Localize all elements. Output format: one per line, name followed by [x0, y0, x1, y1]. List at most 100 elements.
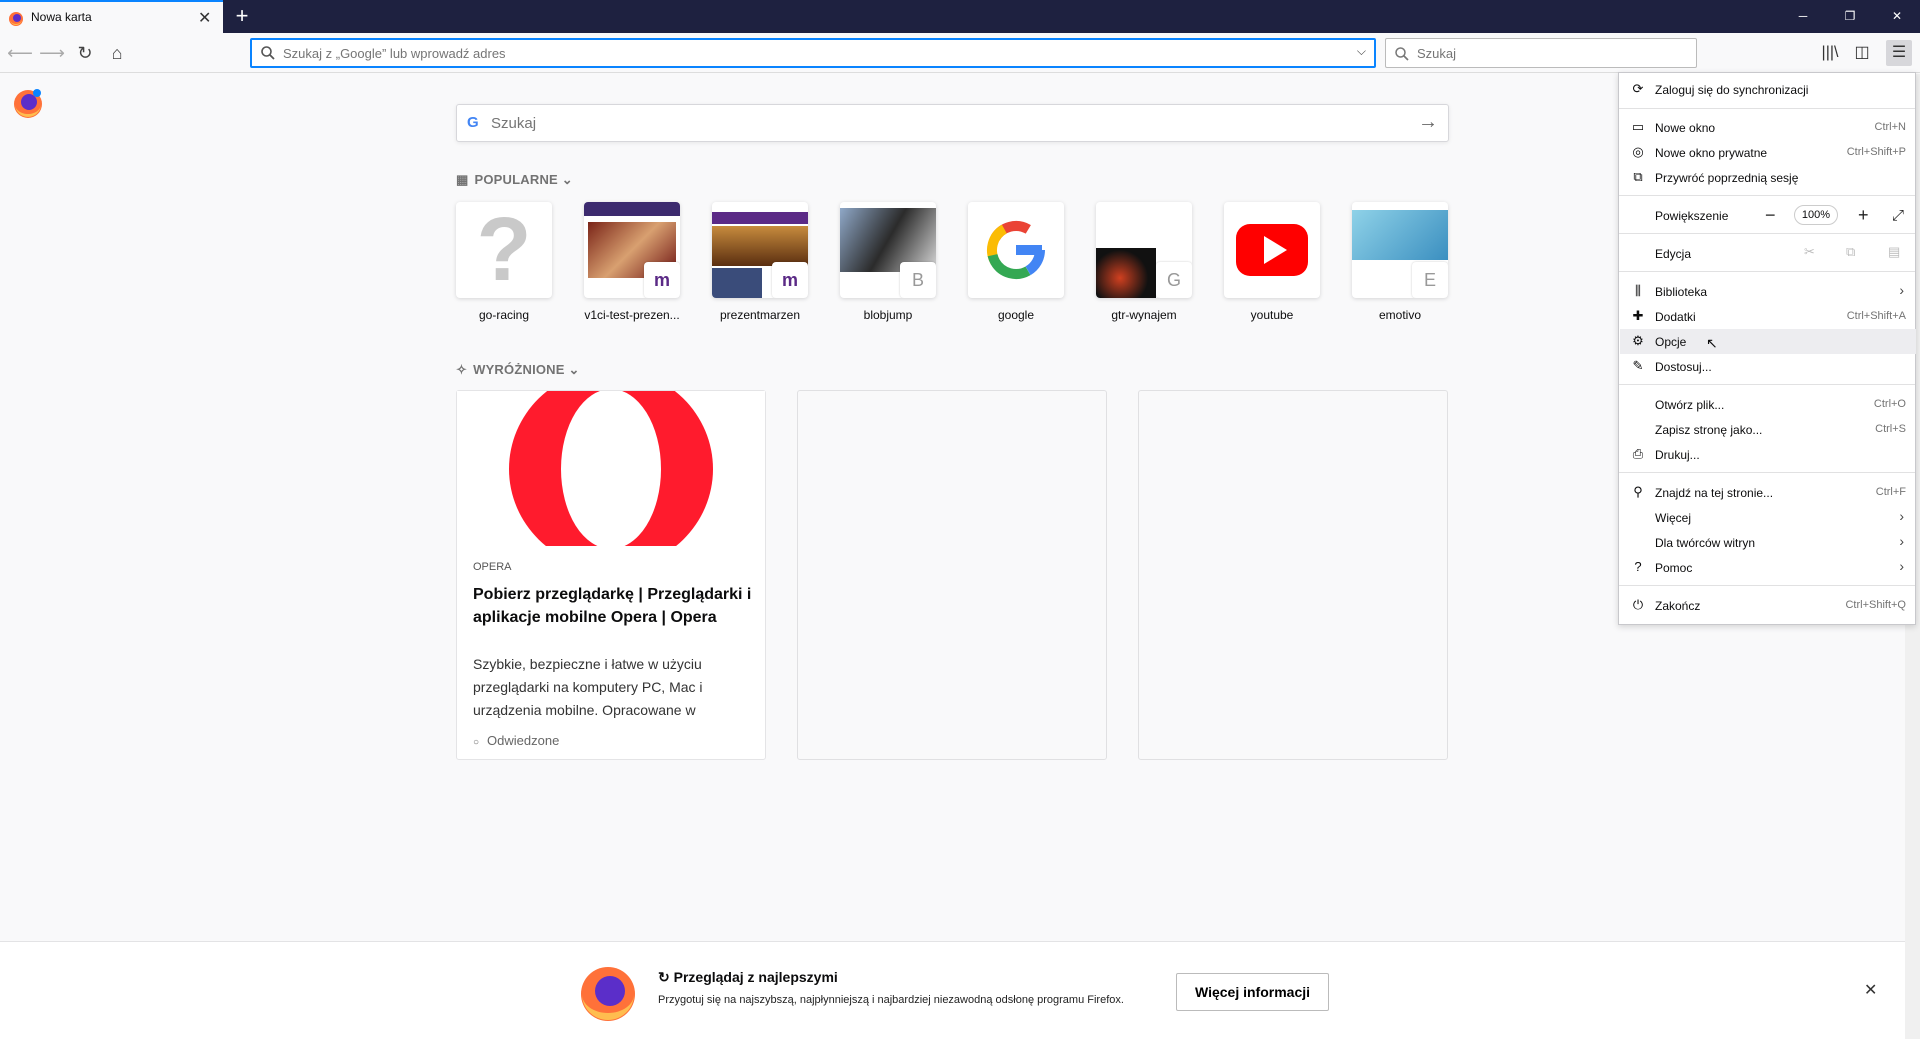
- opera-logo-icon: [509, 391, 713, 546]
- highlight-description: Szybkie, bezpieczne i łatwe w użyciu prz…: [473, 656, 703, 718]
- topsite-label: v1ci-test-prezen...: [584, 308, 680, 322]
- google-icon: G: [467, 114, 479, 131]
- menu-quit[interactable]: ⏻ Zakończ Ctrl+Shift+Q: [1620, 593, 1916, 618]
- topsite-gtr-wynajem[interactable]: G gtr-wynajem: [1096, 202, 1192, 322]
- menu-save-page[interactable]: Zapisz stronę jako... Ctrl+S: [1620, 417, 1916, 442]
- menu-private-window[interactable]: ◎ Nowe okno prywatne Ctrl+Shift+P: [1620, 140, 1916, 165]
- highlight-placeholder: [797, 390, 1107, 760]
- zoom-reset-button[interactable]: 100%: [1794, 205, 1838, 225]
- zoom-out-button[interactable]: −: [1765, 203, 1776, 228]
- forward-icon[interactable]: ⟶: [39, 40, 65, 66]
- topsite-thumbnail: m: [584, 202, 680, 298]
- firefox-logo-icon: [14, 89, 42, 118]
- puzzle-icon: ✚: [1632, 308, 1644, 323]
- highlight-title: Pobierz przeglądarkę | Przeglądarki i ap…: [473, 586, 752, 626]
- topsite-youtube[interactable]: youtube: [1224, 202, 1320, 322]
- copy-icon[interactable]: ⧉: [1846, 244, 1855, 260]
- topsite-v1ci-test[interactable]: m v1ci-test-prezen...: [584, 202, 680, 322]
- topsite-badge-icon: m: [644, 262, 680, 298]
- cursor-icon: ↖: [1706, 335, 1718, 351]
- topsite-label: google: [997, 308, 1035, 322]
- search-icon: [261, 46, 275, 60]
- topsite-badge-icon: G: [1156, 262, 1192, 298]
- topsite-label: youtube: [1250, 308, 1294, 322]
- url-bar[interactable]: ⌵: [250, 38, 1376, 68]
- printer-icon: ⎙: [1632, 446, 1644, 461]
- tab-new-tab[interactable]: Nowa karta ✕: [0, 0, 223, 33]
- restore-icon[interactable]: ❐: [1827, 0, 1873, 33]
- home-icon[interactable]: ⌂: [104, 40, 130, 66]
- paste-icon[interactable]: ▤: [1888, 244, 1900, 260]
- menu-sync[interactable]: ⟳ Zaloguj się do synchronizacji: [1620, 77, 1916, 102]
- menu-customize[interactable]: ✎ Dostosuj...: [1620, 354, 1916, 379]
- google-logo-icon: [987, 221, 1045, 279]
- menu-separator: [1619, 108, 1915, 109]
- menu-print[interactable]: ⎙ Drukuj...: [1620, 442, 1916, 467]
- minimize-icon[interactable]: ─: [1780, 0, 1826, 33]
- menu-new-window[interactable]: ▭ Nowe okno Ctrl+N: [1620, 115, 1916, 140]
- topsite-label: go-racing: [478, 308, 530, 322]
- close-icon[interactable]: ✕: [1864, 980, 1877, 1000]
- restore-session-icon: ⧉: [1633, 169, 1643, 184]
- menu-open-file[interactable]: Otwórz plik... Ctrl+O: [1620, 392, 1916, 417]
- menu-restore-session[interactable]: ⧉ Przywróć poprzednią sesję: [1620, 165, 1916, 190]
- sync-icon: ⟳: [1632, 81, 1644, 96]
- cut-icon[interactable]: ✂: [1804, 244, 1815, 260]
- menu-web-developer[interactable]: Dla twórców witryn ›: [1620, 530, 1916, 555]
- search-input[interactable]: [1417, 44, 1677, 62]
- more-info-button[interactable]: Więcej informacji: [1176, 973, 1329, 1011]
- topsite-thumbnail: E: [1352, 202, 1448, 298]
- topsite-thumbnail: B: [840, 202, 936, 298]
- topsite-badge-icon: E: [1412, 262, 1448, 298]
- sidebar-icon[interactable]: ◫: [1849, 40, 1875, 66]
- url-input[interactable]: [283, 43, 1323, 63]
- topsite-prezentmarzen[interactable]: m prezentmarzen: [712, 202, 808, 322]
- reload-icon[interactable]: ↻: [72, 40, 98, 66]
- menu-addons[interactable]: ✚ Dodatki Ctrl+Shift+A: [1620, 304, 1916, 329]
- navigation-toolbar: ⟵ ⟶ ↻ ⌂ ⌵ |||\ ◫ ☰: [0, 33, 1920, 73]
- mask-icon: ◎: [1632, 144, 1644, 159]
- update-notification-bar: ↻ Przeglądaj z najlepszymi Przygotuj się…: [0, 941, 1905, 1039]
- notification-body: Przygotuj się na najszybszą, najpłynniej…: [658, 994, 1124, 1006]
- window-icon: ▭: [1631, 119, 1645, 134]
- menu-library[interactable]: ⫼ Biblioteka ›: [1620, 279, 1916, 304]
- highlight-card[interactable]: OPERA Pobierz przeglądarkę | Przeglądark…: [456, 390, 766, 760]
- topsites-heading[interactable]: ▦ POPULARNE ⌄: [456, 172, 573, 188]
- close-tab-icon[interactable]: ✕: [198, 8, 211, 28]
- newtab-search-box[interactable]: G →: [456, 104, 1449, 142]
- highlight-context: ○ Odwiedzone: [473, 733, 560, 748]
- topsite-go-racing[interactable]: ? go-racing: [456, 202, 552, 322]
- topsite-google[interactable]: google: [968, 202, 1064, 322]
- highlight-source: OPERA: [473, 561, 512, 573]
- menu-more[interactable]: Więcej ›: [1620, 505, 1916, 530]
- menu-options[interactable]: ⚙ Opcje ↖: [1620, 329, 1916, 354]
- arrow-right-icon[interactable]: →: [1418, 111, 1438, 134]
- back-icon[interactable]: ⟵: [7, 40, 33, 66]
- fullscreen-icon[interactable]: ⤢: [1892, 203, 1904, 228]
- title-bar: Nowa karta ✕ + ─ ❐ ✕: [0, 0, 1920, 33]
- highlights-heading[interactable]: ✧ WYRÓŻNIONE ⌄: [456, 362, 580, 378]
- menu-find[interactable]: ⚲ Znajdź na tej stronie... Ctrl+F: [1620, 480, 1916, 505]
- zoom-in-button[interactable]: +: [1858, 203, 1869, 228]
- menu-separator: [1619, 585, 1915, 586]
- topsite-label: gtr-wynajem: [1111, 308, 1177, 322]
- menu-separator: [1619, 271, 1915, 272]
- hamburger-menu-icon[interactable]: ☰: [1886, 40, 1912, 66]
- topsite-blobjump[interactable]: B blobjump: [840, 202, 936, 322]
- chevron-down-icon: ⌄: [568, 362, 580, 377]
- chevron-down-icon[interactable]: ⌵: [1357, 44, 1366, 59]
- topsite-thumbnail: [1224, 202, 1320, 298]
- search-icon: ⚲: [1633, 484, 1643, 499]
- topsite-emotivo[interactable]: E emotivo: [1352, 202, 1448, 322]
- close-window-icon[interactable]: ✕: [1874, 0, 1920, 33]
- topsite-thumbnail: G: [1096, 202, 1192, 298]
- topsite-badge-icon: m: [772, 262, 808, 298]
- library-icon[interactable]: |||\: [1817, 40, 1843, 66]
- search-bar[interactable]: [1385, 38, 1697, 68]
- menu-separator: [1619, 472, 1915, 473]
- new-tab-button[interactable]: +: [230, 3, 254, 29]
- chevron-right-icon: ›: [1899, 533, 1904, 549]
- topsite-thumbnail: m: [712, 202, 808, 298]
- menu-help[interactable]: ? Pomoc ›: [1620, 555, 1916, 580]
- newtab-search-input[interactable]: [491, 113, 1391, 133]
